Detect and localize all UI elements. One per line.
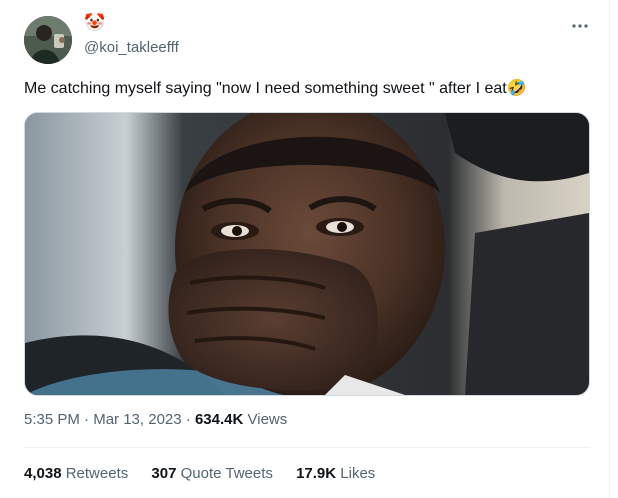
retweets-count: 4,038 xyxy=(24,465,62,482)
retweets-stat[interactable]: 4,038 Retweets xyxy=(24,464,128,484)
avatar[interactable] xyxy=(24,16,72,64)
views-label: Views xyxy=(247,411,288,428)
meta-separator: · xyxy=(84,411,90,428)
likes-label: Likes xyxy=(340,465,376,482)
tweet-card: 🤡 @koi_takleefff Me catching myself sayi… xyxy=(0,0,618,498)
more-options-icon[interactable] xyxy=(568,18,592,34)
quote-tweets-stat[interactable]: 307 Quote Tweets xyxy=(151,464,272,484)
views-count: 634.4K xyxy=(194,411,244,428)
quote-tweets-label: Quote Tweets xyxy=(180,465,273,482)
photo-icon xyxy=(25,113,589,395)
tweet-stats: 4,038 Retweets 307 Quote Tweets 17.9K Li… xyxy=(24,464,394,484)
card-right-border xyxy=(609,0,610,498)
tweet-time[interactable]: 5:35 PM xyxy=(24,411,80,428)
display-name-emoji[interactable]: 🤡 xyxy=(84,13,105,33)
tweet-date[interactable]: Mar 13, 2023 xyxy=(93,411,181,428)
likes-stat[interactable]: 17.9K Likes xyxy=(296,464,375,484)
tweet-text: Me catching myself saying "now I need so… xyxy=(24,80,527,97)
divider xyxy=(24,447,590,448)
avatar-image xyxy=(24,16,72,64)
meta-separator-2: · xyxy=(185,411,191,428)
user-handle[interactable]: @koi_takleefff xyxy=(84,39,179,57)
likes-count: 17.9K xyxy=(296,465,337,482)
tweet-meta: 5:35 PM · Mar 13, 2023 · 634.4K Views xyxy=(24,410,287,430)
retweets-label: Retweets xyxy=(65,465,129,482)
tweet-media-photo[interactable] xyxy=(24,112,590,396)
quote-tweets-count: 307 xyxy=(151,465,177,482)
